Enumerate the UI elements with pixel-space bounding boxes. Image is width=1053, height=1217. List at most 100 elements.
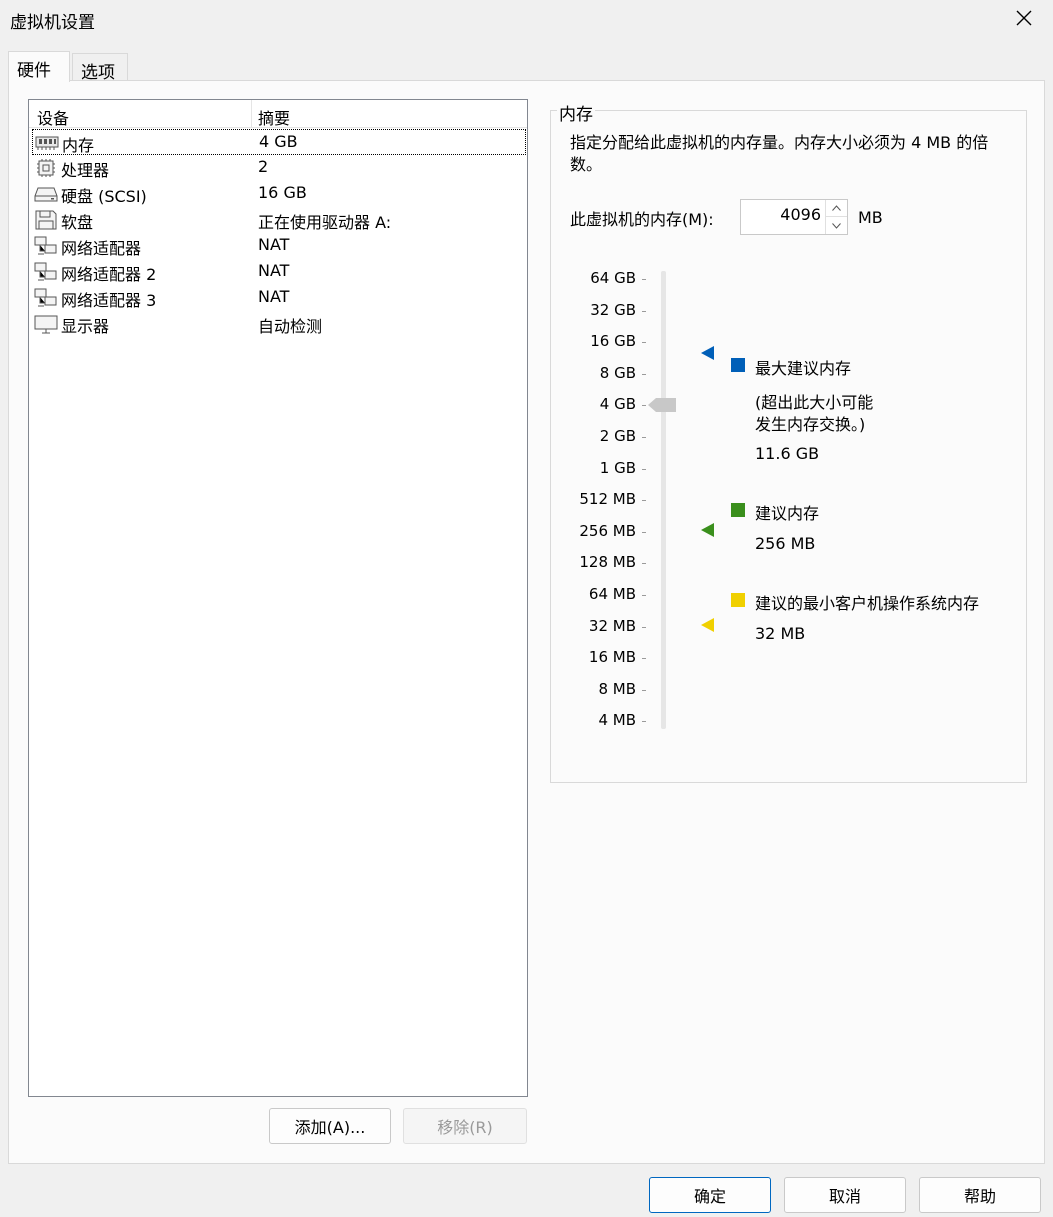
memory-icon [35,136,59,150]
title-bar: 虚拟机设置 [0,0,1053,38]
floppy-icon [35,210,57,230]
vm-settings-dialog: 虚拟机设置 硬件 选项 设备 摘要 内存 4 GB 处理器 2 硬盘 (SCSI… [0,0,1053,1217]
processor-icon [37,159,55,177]
cancel-button[interactable]: 取消 [784,1177,906,1213]
scale-tick-label: 128 MB [579,553,636,572]
memory-value-input[interactable]: 4096 [780,205,821,224]
device-name: 软盘 [61,213,94,232]
device-row-network-2[interactable]: 网络适配器 2 NAT [32,259,526,285]
max-memory-note-1: (超出此大小可能 [755,393,874,412]
device-name: 网络适配器 2 [61,265,157,284]
tab-hardware[interactable]: 硬件 [8,51,70,82]
device-name: 硬盘 (SCSI) [61,187,147,206]
column-separator [251,100,252,128]
scale-tick-label: 512 MB [579,490,636,509]
scale-tick-mark [642,279,646,280]
scale-tick-mark [642,342,646,344]
max-memory-label: 最大建议内存 [755,359,852,378]
scale-tick-label: 64 MB [588,585,636,603]
spin-down-button[interactable] [825,217,847,234]
scale-tick-label: 2 GB [599,427,636,445]
scale-tick-label: 1 GB [599,458,636,477]
min-guest-memory-label: 建议的最小客户机操作系统内存 [755,594,980,613]
device-row-memory[interactable]: 内存 4 GB [32,129,526,155]
column-header-device[interactable]: 设备 [37,105,69,129]
network-icon [34,236,57,255]
scale-tick-mark [642,563,646,565]
device-row-display[interactable]: 显示器 自动检测 [32,311,526,337]
memory-field-label: 此虚拟机的内存(M): [570,210,714,229]
max-memory-swatch [731,358,745,372]
scale-tick-label: 256 MB [579,521,636,540]
scale-tick-label: 32 MB [588,616,636,635]
scale-tick-mark [642,689,646,691]
ok-button[interactable]: 确定 [649,1177,771,1213]
max-memory-marker [701,346,714,360]
network-icon [34,288,57,307]
device-summary: NAT [258,287,290,306]
scale-tick-mark [642,468,646,470]
device-name: 处理器 [61,161,110,180]
spin-up-button[interactable] [825,200,847,217]
window-title: 虚拟机设置 [10,13,95,33]
help-button[interactable]: 帮助 [919,1177,1041,1213]
device-name: 显示器 [61,317,110,336]
max-memory-value: 11.6 GB [755,444,820,463]
recommended-memory-marker [701,523,714,537]
hardware-tab-panel: 设备 摘要 内存 4 GB 处理器 2 硬盘 (SCSI) 16 GB 软盘 正… [8,80,1045,1164]
device-row-network-3[interactable]: 网络适配器 3 NAT [32,285,526,311]
close-button[interactable] [995,0,1053,36]
device-summary: 16 GB [258,183,307,202]
device-row-network-1[interactable]: 网络适配器 NAT [32,233,526,259]
memory-group-title: 内存 [557,100,595,125]
memory-spinbox[interactable]: 4096 [740,199,848,235]
scale-tick-mark [642,595,646,596]
device-name: 网络适配器 [61,239,142,258]
device-name: 内存 [62,136,95,155]
memory-slider-track[interactable] [661,271,666,729]
min-guest-memory-swatch [731,593,745,607]
recommended-memory-label: 建议内存 [755,504,820,523]
scale-tick-mark [642,405,646,407]
scale-tick-mark [642,626,646,628]
harddisk-icon [34,187,58,202]
max-memory-note-2: 发生内存交换。) [755,415,866,434]
device-summary: 2 [258,157,269,176]
tab-options[interactable]: 选项 [72,53,128,83]
memory-slider-thumb[interactable] [648,397,676,413]
memory-unit: MB [858,208,883,227]
recommended-memory-swatch [731,503,745,517]
remove-device-button[interactable]: 移除(R) [403,1108,527,1144]
min-guest-memory-marker [701,618,714,632]
scale-tick-label: 4 MB [598,711,636,730]
device-summary: 4 GB [259,132,298,151]
device-list-header: 设备 摘要 [29,100,527,128]
device-summary: NAT [258,235,290,254]
scale-tick-label: 32 GB [590,300,636,319]
device-name: 网络适配器 3 [61,291,157,310]
scale-tick-label: 8 GB [599,363,636,382]
scale-tick-mark [642,373,646,375]
device-summary: 自动检测 [258,317,323,336]
scale-tick-mark [642,500,646,502]
add-device-button[interactable]: 添加(A)... [269,1108,391,1144]
scale-tick-label: 64 GB [590,269,636,287]
column-header-summary[interactable]: 摘要 [258,105,290,129]
scale-tick-label: 16 GB [590,332,636,351]
network-icon [34,262,57,281]
scale-tick-label: 4 GB [599,395,636,414]
chevron-up-icon [832,205,841,211]
scale-tick-label: 8 MB [598,679,636,698]
device-row-processor[interactable]: 处理器 2 [32,155,526,181]
close-icon [1016,10,1032,26]
device-row-harddisk[interactable]: 硬盘 (SCSI) 16 GB [32,181,526,207]
scale-tick-label: 16 MB [588,648,636,667]
device-list[interactable]: 设备 摘要 内存 4 GB 处理器 2 硬盘 (SCSI) 16 GB 软盘 正… [28,99,528,1097]
scale-tick-mark [642,310,646,312]
device-summary: 正在使用驱动器 A: [258,213,392,232]
device-row-floppy[interactable]: 软盘 正在使用驱动器 A: [32,207,526,233]
recommended-memory-value: 256 MB [755,534,816,553]
scale-tick-mark [642,531,646,533]
scale-tick-mark [642,721,646,723]
device-summary: NAT [258,261,290,280]
